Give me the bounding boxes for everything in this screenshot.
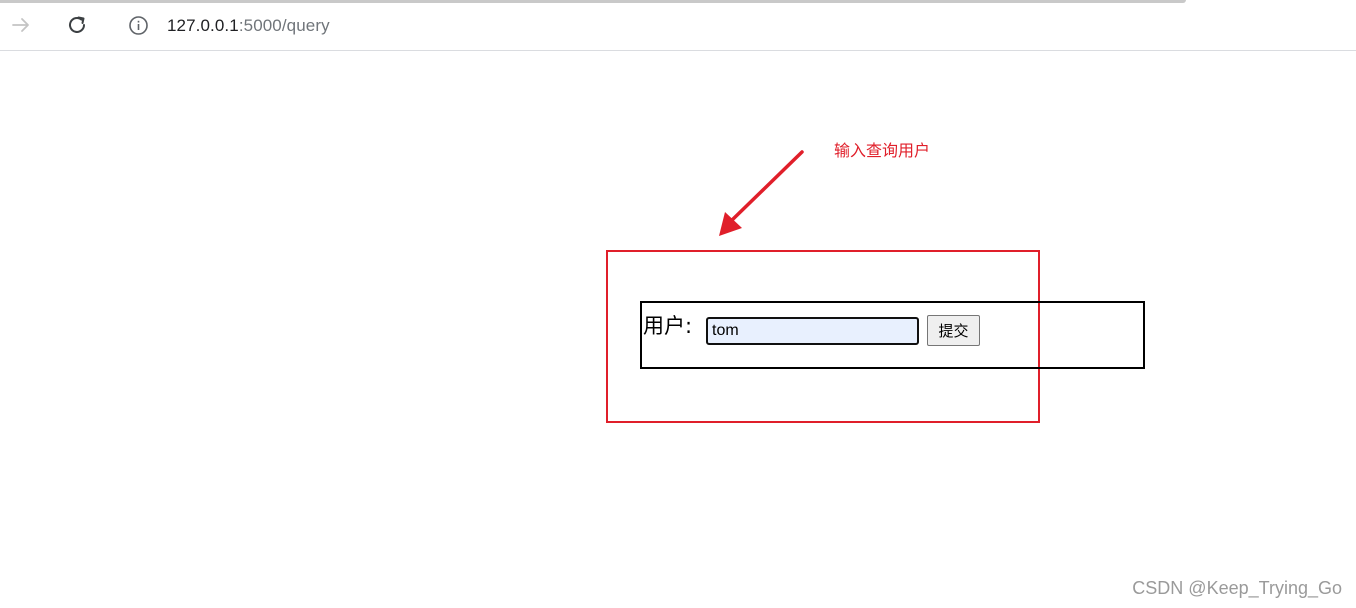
- reload-button[interactable]: [60, 8, 94, 42]
- tab-strip-edge: [0, 0, 1186, 3]
- annotation-arrow: [719, 150, 804, 236]
- forward-arrow-icon: [12, 18, 29, 32]
- address-bar[interactable]: 127.0.0.1:5000/query: [112, 6, 1356, 45]
- user-input[interactable]: [706, 317, 919, 345]
- reload-icon: [69, 16, 85, 33]
- browser-toolbar: 127.0.0.1:5000/query: [0, 0, 1356, 51]
- annotation-text: 输入查询用户: [834, 141, 931, 160]
- url-text[interactable]: 127.0.0.1:5000/query: [167, 15, 330, 36]
- info-icon[interactable]: [128, 15, 149, 36]
- forward-button[interactable]: [4, 8, 38, 42]
- user-label: 用户:: [643, 314, 693, 338]
- query-form: 用户: 提交: [640, 301, 1145, 369]
- watermark: CSDN @Keep_Trying_Go: [1132, 578, 1342, 598]
- url-path: :5000/query: [238, 16, 330, 35]
- submit-button[interactable]: 提交: [927, 315, 980, 346]
- url-host: 127.0.0.1: [167, 16, 239, 35]
